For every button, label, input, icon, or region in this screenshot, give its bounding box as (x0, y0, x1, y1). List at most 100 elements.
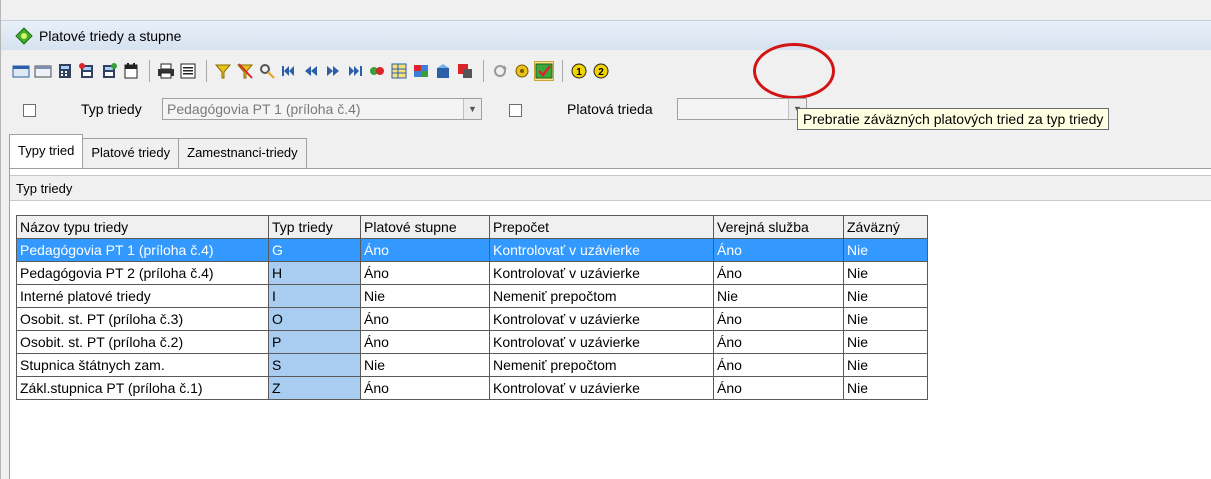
type-filter-checkbox[interactable] (23, 104, 36, 117)
table-cell[interactable]: H (268, 261, 361, 285)
calculator-icon[interactable] (55, 61, 75, 81)
table-cell[interactable]: Nie (713, 284, 844, 308)
table-cell[interactable]: Nemeniť prepočtom (489, 353, 714, 377)
printer-icon[interactable] (156, 61, 176, 81)
table-cell[interactable]: Kontrolovať v uzávierke (489, 238, 714, 262)
info-one-icon[interactable]: 1 (569, 61, 589, 81)
class-filter-label: Platová trieda (567, 101, 653, 117)
tab-typy-tried[interactable]: Typy tried (9, 134, 84, 168)
column-header[interactable]: Platové stupne (360, 215, 490, 239)
column-header[interactable]: Verejná služba (713, 215, 844, 239)
table-row[interactable]: Stupnica štátnych zam. S Nie Nemeniť pre… (16, 353, 928, 377)
type-filter-value: Pedagógovia PT 1 (príloha č.4) (167, 101, 361, 117)
calculator-edit-icon[interactable] (99, 61, 119, 81)
table-cell[interactable]: Z (268, 376, 361, 400)
prev-record-icon[interactable] (301, 61, 321, 81)
chevron-down-icon[interactable]: ▼ (463, 99, 481, 119)
grid-view-icon[interactable] (11, 61, 31, 81)
column-header[interactable]: Názov typu triedy (16, 215, 269, 239)
table-cell[interactable]: Nie (843, 330, 928, 354)
wizard-icon[interactable] (512, 61, 532, 81)
table-cell[interactable]: I (268, 284, 361, 308)
table-row[interactable]: Zákl.stupnica PT (príloha č.1) Z Áno Kon… (16, 376, 928, 400)
tab-strip: Typy tried Platové triedy Zamestnanci-tr… (9, 134, 307, 168)
table-cell[interactable]: Áno (360, 238, 490, 262)
table-cell[interactable]: Nie (360, 284, 490, 308)
table-cell[interactable]: Pedagógovia PT 2 (príloha č.4) (16, 261, 269, 285)
table-row[interactable]: Pedagógovia PT 1 (príloha č.4) G Áno Kon… (16, 238, 928, 262)
table-cell[interactable]: Áno (713, 238, 844, 262)
svg-text:2: 2 (598, 67, 604, 78)
close-record-icon[interactable] (455, 61, 475, 81)
table-cell[interactable]: Áno (360, 307, 490, 331)
table-cell[interactable]: Nie (843, 353, 928, 377)
table-cell[interactable]: Áno (713, 307, 844, 331)
clear-filter-icon[interactable] (235, 61, 255, 81)
transfer-icon[interactable] (411, 61, 431, 81)
table-cell[interactable]: Osobit. st. PT (príloha č.2) (16, 330, 269, 354)
refresh-icon[interactable] (490, 61, 510, 81)
table-cell[interactable]: Nie (843, 261, 928, 285)
toolbar-separator (149, 60, 150, 82)
table-cell[interactable]: G (268, 238, 361, 262)
table-cell[interactable]: Áno (713, 330, 844, 354)
toolbar-separator (483, 60, 484, 82)
panel-header: Typ triedy (10, 175, 1211, 201)
table-row[interactable]: Osobit. st. PT (príloha č.2) P Áno Kontr… (16, 330, 928, 354)
sync-icon[interactable] (433, 61, 453, 81)
column-header[interactable]: Prepočet (489, 215, 714, 239)
find-icon[interactable] (257, 61, 277, 81)
table-cell[interactable]: Nemeniť prepočtom (489, 284, 714, 308)
table-cell[interactable]: Áno (360, 330, 490, 354)
last-record-icon[interactable] (345, 61, 365, 81)
type-filter-select[interactable]: Pedagógovia PT 1 (príloha č.4) ▼ (162, 98, 482, 120)
table-cell[interactable]: Áno (713, 261, 844, 285)
apply-binding-classes-icon[interactable] (534, 61, 554, 81)
table-cell[interactable]: Áno (713, 376, 844, 400)
table-cell[interactable]: Nie (843, 238, 928, 262)
table-cell[interactable]: Áno (713, 353, 844, 377)
table-cell[interactable]: Zákl.stupnica PT (príloha č.1) (16, 376, 269, 400)
table-cell[interactable]: Áno (360, 376, 490, 400)
table-cell[interactable]: Nie (360, 353, 490, 377)
table-cell[interactable]: Pedagógovia PT 1 (príloha č.4) (16, 238, 269, 262)
table-cell[interactable]: Kontrolovať v uzávierke (489, 330, 714, 354)
document-icon[interactable] (178, 61, 198, 81)
table-cell[interactable]: Nie (843, 284, 928, 308)
table-cell[interactable]: Áno (360, 261, 490, 285)
table-cell[interactable]: Interné platové triedy (16, 284, 269, 308)
table-cell[interactable]: Stupnica štátnych zam. (16, 353, 269, 377)
app-window: Platové triedy a stupne 1 2 Typ triedy P… (0, 0, 1211, 479)
table-row[interactable]: Interné platové triedy I Nie Nemeniť pre… (16, 284, 928, 308)
table-row[interactable]: Osobit. st. PT (príloha č.3) O Áno Kontr… (16, 307, 928, 331)
table-cell[interactable]: Nie (843, 307, 928, 331)
calendar-icon[interactable] (121, 61, 141, 81)
next-record-icon[interactable] (323, 61, 343, 81)
link-icon[interactable] (367, 61, 387, 81)
table-icon[interactable] (389, 61, 409, 81)
class-filter-select[interactable]: ▼ (677, 98, 807, 120)
calculator-add-icon[interactable] (77, 61, 97, 81)
table-cell[interactable]: Kontrolovať v uzávierke (489, 376, 714, 400)
info-two-icon[interactable]: 2 (591, 61, 611, 81)
table-cell[interactable]: Nie (843, 376, 928, 400)
table-cell[interactable]: P (268, 330, 361, 354)
table-cell[interactable]: Kontrolovať v uzávierke (489, 307, 714, 331)
table-row[interactable]: Pedagógovia PT 2 (príloha č.4) H Áno Kon… (16, 261, 928, 285)
table-cell[interactable]: O (268, 307, 361, 331)
grid-edit-icon[interactable] (33, 61, 53, 81)
tab-zamestnanci-triedy[interactable]: Zamestnanci-triedy (178, 138, 307, 168)
column-header[interactable]: Typ triedy (268, 215, 361, 239)
tab-platove-triedy[interactable]: Platové triedy (82, 138, 180, 168)
first-record-icon[interactable] (279, 61, 299, 81)
class-filter-checkbox[interactable] (509, 104, 522, 117)
table-cell[interactable]: Kontrolovať v uzávierke (489, 261, 714, 285)
window-title: Platové triedy a stupne (39, 27, 182, 44)
toolbar-separator (562, 60, 563, 82)
main-toolbar: 1 2 (1, 56, 1211, 86)
table-cell[interactable]: S (268, 353, 361, 377)
title-bar: Platové triedy a stupne (1, 20, 1211, 50)
filter-icon[interactable] (213, 61, 233, 81)
column-header[interactable]: Záväzný (843, 215, 928, 239)
table-cell[interactable]: Osobit. st. PT (príloha č.3) (16, 307, 269, 331)
